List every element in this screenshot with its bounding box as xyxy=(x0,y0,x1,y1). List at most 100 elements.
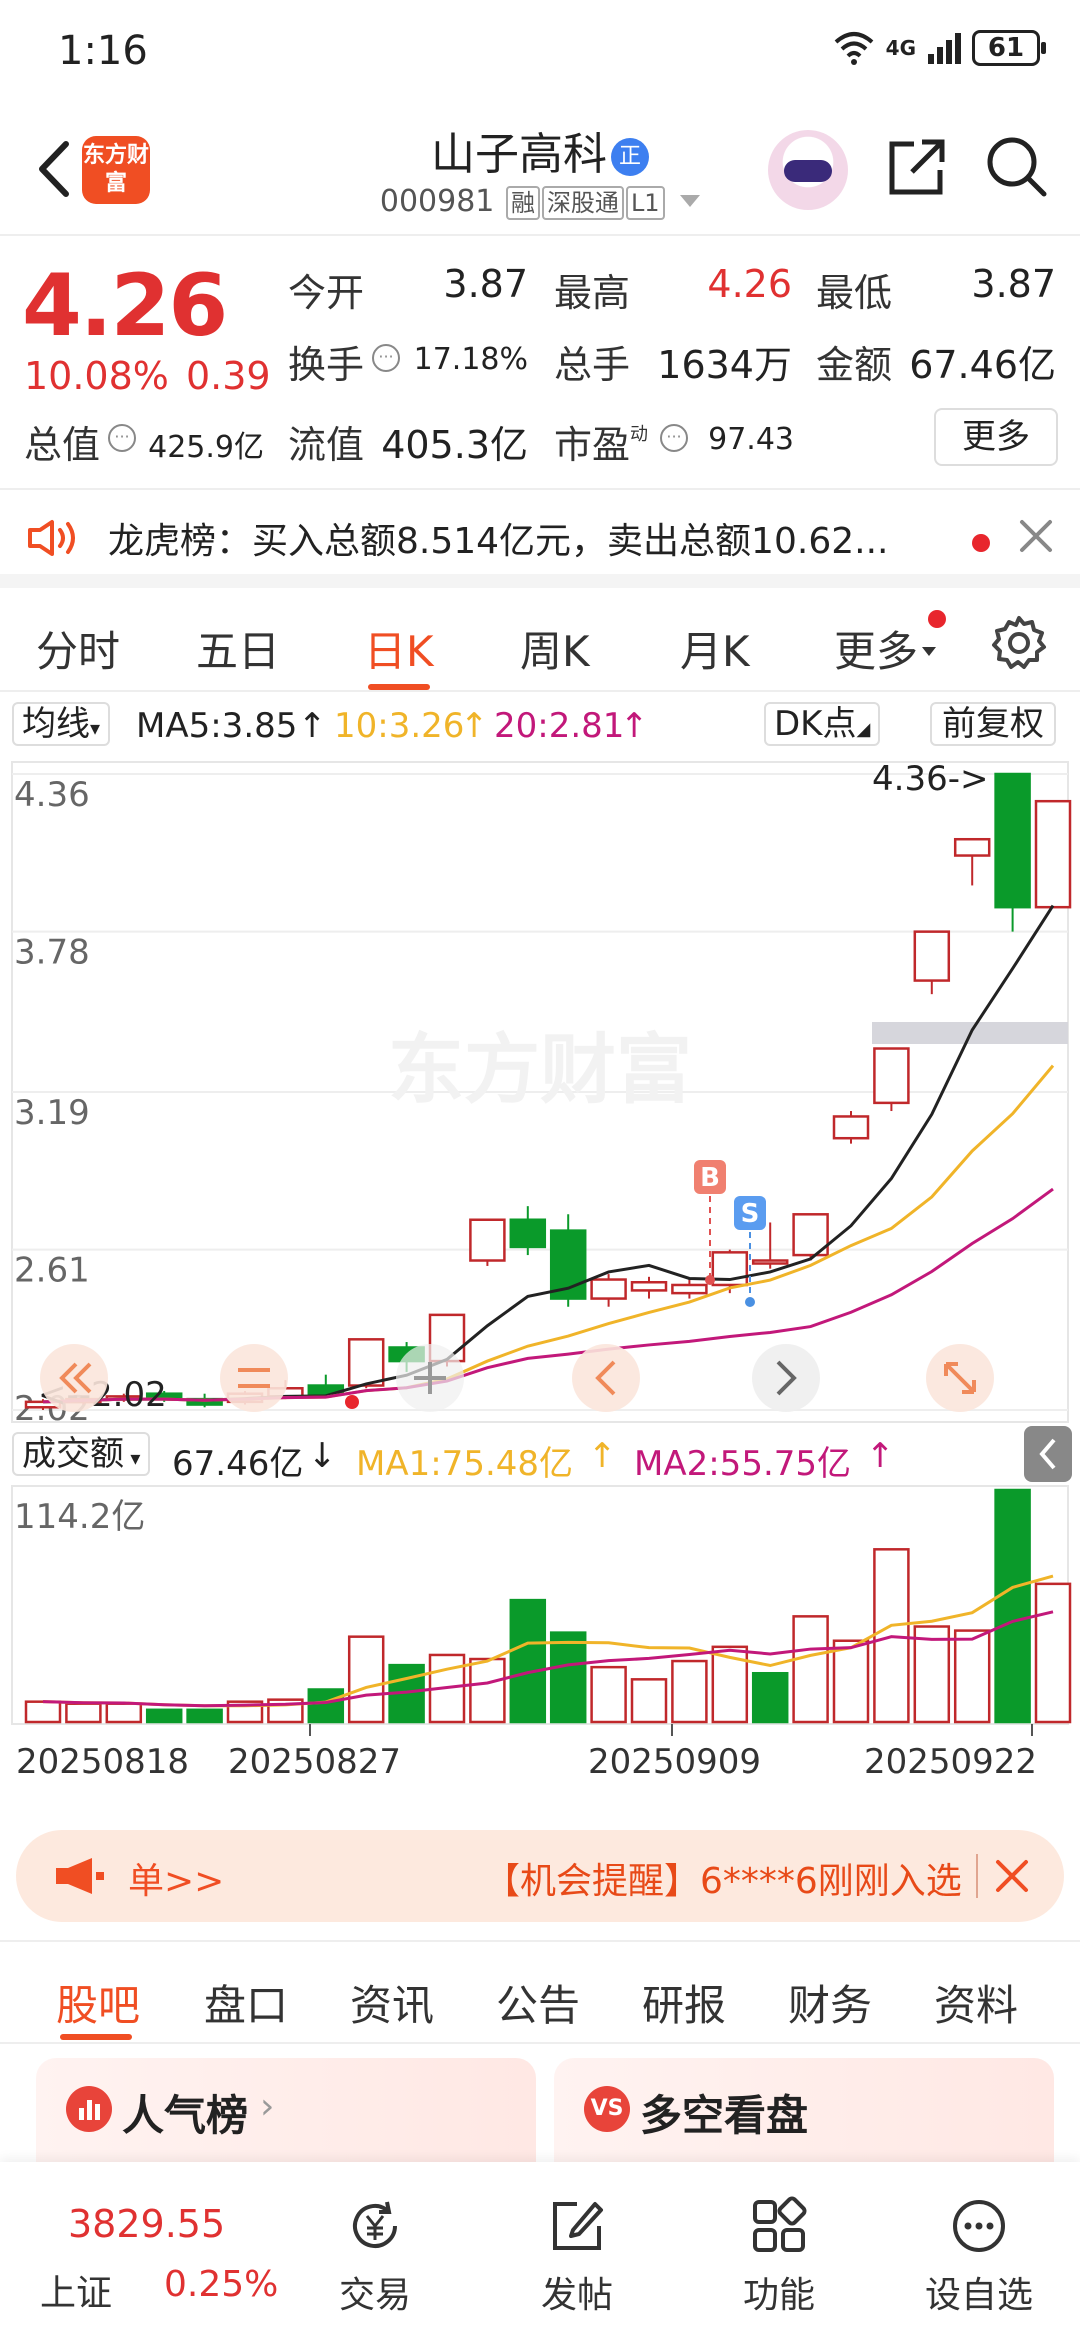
ai-assistant-icon[interactable] xyxy=(768,130,848,210)
pe-value: 97.43 xyxy=(708,422,794,457)
fullscreen-button[interactable] xyxy=(926,1344,994,1412)
ma5-line xyxy=(42,904,1055,1404)
date-label: 20250922 xyxy=(864,1742,1038,1782)
volume-bar xyxy=(671,1659,708,1724)
turnover-label: 换手 xyxy=(288,343,365,387)
candle-body xyxy=(873,1047,910,1105)
volume-bar xyxy=(630,1678,668,1724)
tag-connect: 深股通 xyxy=(541,186,624,220)
indicator-selector[interactable]: 均线▾ xyxy=(12,702,111,746)
candle-body xyxy=(953,837,991,857)
nav-post[interactable]: 发帖 xyxy=(502,2162,652,2340)
tab-five-day[interactable]: 五日 xyxy=(196,618,280,679)
shrink-button[interactable] xyxy=(220,1344,288,1412)
signal-icon xyxy=(928,33,961,64)
volume-bar xyxy=(186,1708,223,1724)
volume-legend-row: 成交额 ▾ 67.46亿 ↓ MA1:75.48亿 ↑ MA2:55.75亿 ↑ xyxy=(0,1430,1080,1484)
expand-button[interactable] xyxy=(396,1344,464,1412)
y-tick-label: 2.61 xyxy=(14,1251,90,1291)
pe-superscript: 动 xyxy=(630,424,649,445)
dragon-tiger-notice[interactable]: 龙虎榜：买入总额8.514亿元，卖出总额10.62... xyxy=(0,488,1080,588)
open-value: 3.87 xyxy=(443,262,528,306)
prev-button[interactable] xyxy=(572,1344,640,1412)
card-title: 多空看盘 xyxy=(640,2091,809,2140)
close-icon[interactable] xyxy=(992,1856,1032,1896)
share-icon[interactable] xyxy=(884,134,950,200)
tab-forum[interactable]: 股吧 xyxy=(56,1972,140,2033)
volume-bar xyxy=(307,1688,345,1724)
watermark: 东方财富 xyxy=(388,1025,692,1114)
tab-monthly-k[interactable]: 月K xyxy=(680,618,750,679)
float-cap-label: 流值 xyxy=(288,423,365,467)
volume-arrow-icon: ↓ xyxy=(308,1436,337,1476)
dk-point-button[interactable]: DK点◢ xyxy=(764,702,881,746)
candle-body xyxy=(913,930,951,982)
opportunity-banner[interactable]: 单>> 【机会提醒】6****6刚刚入选 xyxy=(16,1830,1064,1922)
rewind-button[interactable] xyxy=(40,1344,108,1412)
megaphone-icon xyxy=(56,1858,104,1894)
volume-bar xyxy=(347,1635,385,1724)
volume-bar xyxy=(751,1671,789,1724)
candle-body xyxy=(469,1218,506,1262)
search-icon[interactable] xyxy=(984,134,1050,200)
low-value: 3.87 xyxy=(971,262,1056,306)
tab-more[interactable]: 更多 xyxy=(834,618,937,679)
nav-trade[interactable]: 交易 xyxy=(300,2162,450,2340)
adjust-button[interactable]: 前复权 xyxy=(930,702,1056,746)
volume-bar xyxy=(469,1657,506,1724)
volume-value: 67.46亿 xyxy=(172,1444,304,1484)
volume-ma2-arrow-icon: ↑ xyxy=(866,1436,895,1476)
new-dot xyxy=(928,610,946,628)
banner-ticker-text[interactable]: 【机会提醒】6****6刚刚入选 xyxy=(484,1852,984,1904)
tab-weekly-k[interactable]: 周K xyxy=(520,618,590,679)
x-axis-dates: 20250818 20250827 20250909 20250922 xyxy=(0,1740,1080,1790)
volume-bar xyxy=(994,1488,1031,1724)
nav-label: 发帖 xyxy=(540,2275,613,2316)
banner-divider xyxy=(976,1854,978,1898)
tab-order-book[interactable]: 盘口 xyxy=(204,1972,288,2033)
candle-body xyxy=(832,1115,870,1140)
tab-research[interactable]: 研报 xyxy=(642,1972,726,2033)
stock-code: 000981 xyxy=(379,184,495,219)
volume-bar xyxy=(913,1625,951,1724)
ma5-arrow-icon: ↑ xyxy=(298,706,327,746)
tab-intraday[interactable]: 分时 xyxy=(36,618,120,679)
info-icon[interactable]: ··· xyxy=(372,344,400,372)
active-tab-indicator xyxy=(368,684,430,690)
tab-financials[interactable]: 财务 xyxy=(788,1972,872,2033)
more-button[interactable]: 更多 xyxy=(934,408,1058,466)
tab-profile[interactable]: 资料 xyxy=(934,1972,1018,2033)
volume-bars xyxy=(24,1488,1072,1724)
tag-margin: 融 xyxy=(505,186,540,220)
status-time: 1:16 xyxy=(58,28,148,74)
status-bar: 1:16 4G 61 xyxy=(0,0,1080,100)
status-icons: 4G 61 xyxy=(832,30,1046,66)
float-cap-value: 405.3亿 xyxy=(381,423,528,467)
volume-indicator-selector[interactable]: 成交额 ▾ xyxy=(12,1432,151,1476)
info-icon[interactable]: ··· xyxy=(660,424,688,452)
nav-functions[interactable]: 功能 xyxy=(704,2162,854,2340)
banner-left-text[interactable]: 单>> xyxy=(128,1852,224,1904)
ma20-arrow-icon: ↑ xyxy=(620,706,649,746)
ma5-value: MA5:3.85 xyxy=(136,706,298,746)
volume-bar xyxy=(65,1702,102,1724)
info-icon[interactable]: ··· xyxy=(108,424,136,452)
period-tabs: 分时 五日 日K 周K 月K 更多 xyxy=(0,600,1080,692)
index-value: 3829.55 xyxy=(68,2202,226,2246)
gear-icon[interactable] xyxy=(990,614,1048,672)
tab-announcements[interactable]: 公告 xyxy=(496,1972,580,2033)
tab-daily-k[interactable]: 日K xyxy=(364,618,434,679)
close-icon[interactable] xyxy=(1016,516,1056,556)
kline-chart[interactable]: 东方财富 4.363.783.192.612.02 B S 4.36-> <--… xyxy=(0,756,1080,1736)
date-label: 20250827 xyxy=(228,1742,402,1782)
date-label: 20250909 xyxy=(588,1742,762,1782)
next-button[interactable] xyxy=(752,1344,820,1412)
nav-add-watchlist[interactable]: 设自选 xyxy=(904,2162,1054,2340)
volume-bar xyxy=(832,1639,870,1724)
notice-text: 龙虎榜：买入总额8.514亿元，卖出总额10.62... xyxy=(108,521,889,562)
speaker-icon xyxy=(28,520,75,556)
battery-icon: 61 xyxy=(972,30,1046,66)
nav-label: 功能 xyxy=(742,2275,815,2316)
tab-news[interactable]: 资讯 xyxy=(350,1972,434,2033)
ma10-line xyxy=(42,1064,1055,1404)
